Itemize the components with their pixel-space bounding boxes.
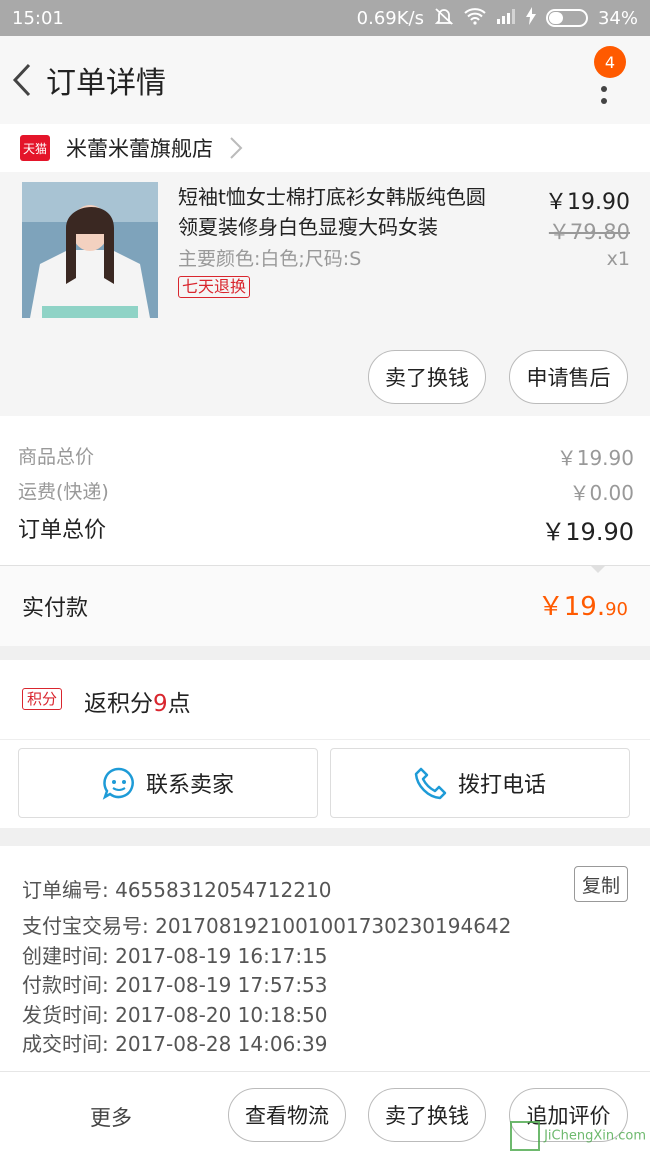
chevron-left-icon	[12, 63, 31, 97]
product-image	[22, 182, 158, 318]
shipping-label: 运费(快递)	[18, 481, 109, 503]
tmall-icon: 天猫	[20, 135, 50, 161]
product-price: ￥19.90	[545, 190, 630, 215]
shop-row[interactable]: 天猫 米蕾米蕾旗舰店	[0, 124, 650, 172]
order-info: 订单编号: 46558312054712210 复制 支付宝交易号: 20170…	[0, 846, 650, 1072]
watermark-text: JiChengXin.com	[544, 1128, 646, 1144]
goods-total-value: ￥19.90	[556, 446, 634, 470]
back-button[interactable]	[0, 50, 44, 110]
notification-badge: 4	[594, 46, 626, 78]
actual-payment-label: 实付款	[22, 596, 89, 621]
sell-for-cash-button[interactable]: 卖了换钱	[368, 350, 486, 404]
status-bar: 15:01 0.69K/s 34%	[0, 0, 650, 36]
watermark-logo: JiChengXin.com	[510, 1121, 646, 1151]
goods-total-label: 商品总价	[18, 446, 95, 468]
created-time: 创建时间: 2017-08-19 16:17:15	[22, 944, 328, 968]
mute-icon	[434, 6, 454, 31]
order-total-value: ￥19.90	[541, 518, 634, 546]
points-badge: 积分	[22, 688, 63, 710]
contact-seller-label: 联系卖家	[145, 773, 234, 798]
sell-for-cash-footer-button[interactable]: 卖了换钱	[368, 1088, 486, 1142]
contact-seller-button[interactable]: 联系卖家	[18, 748, 318, 818]
charging-icon	[525, 6, 536, 30]
after-sales-button[interactable]: 申请售后	[509, 350, 628, 404]
actual-payment-value: ￥19.90	[538, 586, 628, 623]
points-row: 积分 返积分9点	[0, 660, 650, 740]
order-total-label: 订单总价	[18, 518, 107, 543]
more-vert-icon	[601, 86, 607, 104]
actual-payment: 实付款 ￥19.90	[0, 565, 650, 646]
call-phone-button[interactable]: 拨打电话	[330, 748, 630, 818]
product-title: 短袖t恤女士棉打底衫女韩版纯色圆领夏装修身白色显瘦大码女装	[178, 185, 486, 239]
more-menu-button[interactable]: 4	[586, 46, 626, 108]
amount-decimal: 90	[605, 599, 628, 620]
product-sku: 主要颜色:白色;尺码:S	[178, 248, 362, 270]
seven-day-return-badge: 七天退换	[178, 276, 251, 298]
more-actions-button[interactable]: 更多	[90, 1102, 132, 1132]
points-suffix: 点	[167, 691, 191, 717]
product-quantity: x1	[606, 248, 630, 270]
chat-face-icon	[102, 767, 134, 800]
phone-icon	[414, 767, 447, 800]
points-text: 返积分9点	[84, 684, 191, 718]
page-title: 订单详情	[46, 66, 166, 101]
wifi-icon	[464, 7, 486, 30]
shop-name: 米蕾米蕾旗舰店	[66, 137, 213, 161]
notch-divider	[590, 565, 606, 573]
signal-icon	[496, 8, 516, 29]
product-original-price: ￥79.80	[548, 220, 630, 244]
alipay-transaction-number: 支付宝交易号: 2017081921001001730230194642	[22, 914, 512, 938]
chevron-right-icon	[230, 137, 243, 159]
battery-icon	[545, 9, 588, 27]
order-number: 订单编号: 46558312054712210	[22, 878, 332, 902]
points-prefix: 返积分	[84, 691, 153, 717]
copy-button[interactable]: 复制	[574, 866, 628, 902]
product-card[interactable]: 短袖t恤女士棉打底衫女韩版纯色圆领夏装修身白色显瘦大码女装 主要颜色:白色;尺码…	[0, 172, 650, 416]
points-number: 9	[153, 691, 168, 717]
network-speed: 0.69K/s	[356, 7, 424, 29]
status-time: 15:01	[12, 7, 64, 29]
view-logistics-button[interactable]: 查看物流	[228, 1088, 346, 1142]
payment-time: 付款时间: 2017-08-19 17:57:53	[22, 973, 328, 997]
contact-row: 联系卖家 拨打电话	[0, 740, 650, 828]
nav-bar: 订单详情 4	[0, 36, 650, 124]
shipping-time: 发货时间: 2017-08-20 10:18:50	[22, 1003, 328, 1027]
battery-percent: 34%	[597, 7, 638, 29]
currency-symbol: ￥	[537, 592, 564, 622]
price-summary: 商品总价 ￥19.90 运费(快递) ￥0.00 订单总价 ￥19.90	[0, 416, 650, 566]
shipping-value: ￥0.00	[569, 481, 634, 505]
amount-integer: 19.	[563, 592, 606, 622]
completed-time: 成交时间: 2017-08-28 14:06:39	[22, 1032, 328, 1056]
call-phone-label: 拨打电话	[457, 773, 546, 798]
